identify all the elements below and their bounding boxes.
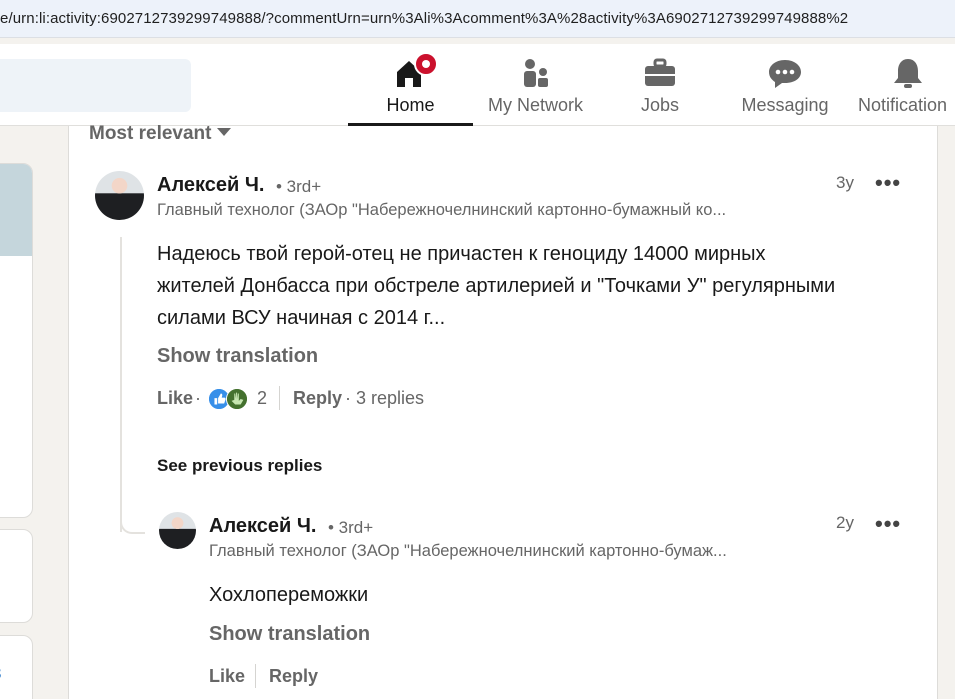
reactions-summary[interactable] [208, 388, 250, 410]
nav-jobs[interactable]: Jobs [610, 44, 710, 126]
reply-text: Хохлоперeможки [209, 584, 369, 606]
author-headline: Главный технолог (ЗАОр "Набережночелнинс… [209, 542, 727, 560]
nav-messaging[interactable]: Messaging [735, 44, 835, 126]
search-input[interactable] [0, 59, 191, 112]
jobs-icon [645, 58, 675, 86]
thread-line [120, 237, 122, 532]
caret-down-icon [217, 128, 232, 136]
comment-timestamp: 3y [836, 173, 854, 192]
like-button[interactable]: Like [157, 388, 193, 409]
support-reaction-icon [226, 388, 248, 410]
profile-banner [0, 164, 32, 256]
nav-my-network-label: My Network [487, 95, 583, 115]
left-card [0, 635, 33, 699]
separator-dot: · [195, 388, 201, 408]
reply-author[interactable]: Алексей Ч. [209, 515, 316, 538]
more-options-icon[interactable]: ••• [875, 513, 901, 535]
home-notification-badge [414, 52, 438, 76]
comment-text-line: Надеюсь твой герой-отец не причастен к г… [157, 243, 766, 265]
url-text: e/urn:li:activity:6902712739299749888/?c… [0, 10, 849, 27]
nav-notifications-label: Notification [858, 95, 948, 115]
comment-text-line: силами ВСУ начиная с 2014 г... [157, 307, 446, 329]
my-network-icon [523, 59, 548, 87]
nav-home[interactable]: Home [348, 44, 473, 126]
avatar[interactable] [95, 171, 144, 220]
replies-count-link[interactable]: · 3 replies [345, 388, 424, 409]
reply-timestamp: 2y [836, 513, 854, 532]
author-headline: Главный технолог (ЗАОр "Набережночелнинс… [157, 201, 727, 219]
nav-home-label: Home [386, 95, 435, 115]
divider [255, 664, 256, 688]
show-translation-link[interactable]: Show translation [157, 345, 318, 368]
left-number-link[interactable]: 3 [0, 664, 1, 684]
top-nav: Home My Network Jobs Messaging Notificat… [0, 44, 955, 126]
divider [279, 386, 280, 410]
nav-jobs-label: Jobs [640, 95, 680, 115]
comments-card: Most relevant Алексей Ч. • 3rd+ Главный … [68, 123, 938, 699]
reply-button[interactable]: Reply [293, 388, 342, 409]
comment-text-line: жителей Донбасса при обстреле артилерией… [157, 275, 836, 297]
browser-address-bar[interactable]: e/urn:li:activity:6902712739299749888/?c… [0, 0, 955, 38]
comment-text: Надеюсь твой герой-отец не причастен к г… [157, 238, 835, 334]
profile-card [0, 163, 33, 518]
connection-degree: • 3rd+ [276, 177, 322, 196]
reply-button[interactable]: Reply [269, 666, 318, 687]
thread-connector [120, 516, 145, 534]
show-translation-link[interactable]: Show translation [209, 623, 370, 646]
nav-my-network[interactable]: My Network [478, 44, 593, 126]
connection-degree: • 3rd+ [328, 518, 374, 537]
like-button[interactable]: Like [209, 666, 245, 687]
reaction-count[interactable]: 2 [257, 388, 267, 409]
messaging-icon [769, 60, 801, 88]
left-card [0, 529, 33, 623]
avatar[interactable] [159, 512, 196, 549]
more-options-icon[interactable]: ••• [875, 172, 901, 194]
nav-notifications[interactable]: Notification [855, 44, 955, 126]
see-previous-replies-link[interactable]: See previous replies [157, 456, 322, 476]
sort-label: Most relevant [89, 123, 212, 144]
sort-dropdown[interactable]: Most relevant [89, 123, 232, 145]
nav-messaging-label: Messaging [741, 95, 829, 115]
notifications-icon [893, 59, 922, 88]
comment-author[interactable]: Алексей Ч. [157, 174, 264, 197]
